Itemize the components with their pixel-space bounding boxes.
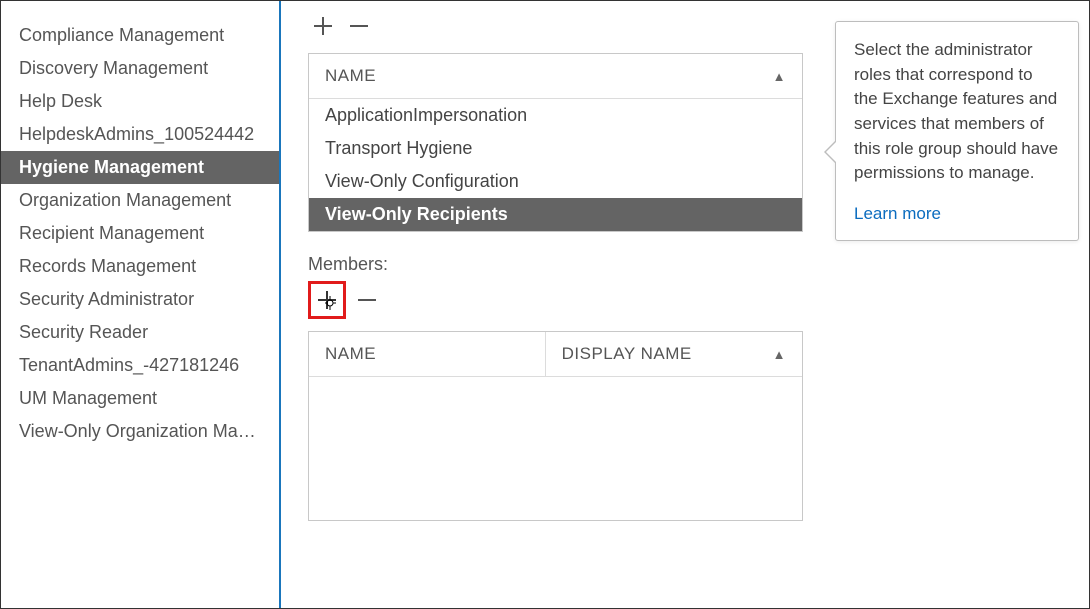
- remove-role-button[interactable]: [344, 11, 374, 41]
- members-col-displayname[interactable]: DISPLAY NAME ▲: [546, 332, 802, 376]
- sidebar-item-organization-management[interactable]: Organization Management: [1, 184, 279, 217]
- plus-icon: [315, 288, 339, 312]
- role-row-transport-hygiene[interactable]: Transport Hygiene: [309, 132, 802, 165]
- sidebar-item-hygiene-management[interactable]: Hygiene Management: [1, 151, 279, 184]
- sidebar-item-security-reader[interactable]: Security Reader: [1, 316, 279, 349]
- sidebar-item-records-management[interactable]: Records Management: [1, 250, 279, 283]
- sidebar-item-um-management[interactable]: UM Management: [1, 382, 279, 415]
- help-callout-text: Select the administrator roles that corr…: [854, 38, 1060, 186]
- members-toolbar: [308, 281, 1089, 319]
- members-col-displayname-label: DISPLAY NAME: [562, 344, 692, 364]
- help-callout: Select the administrator roles that corr…: [835, 21, 1079, 241]
- minus-icon: [347, 14, 371, 38]
- sort-asc-icon: ▲: [773, 69, 786, 84]
- add-member-highlight: [308, 281, 346, 319]
- remove-member-button[interactable]: [352, 285, 382, 315]
- members-label: Members:: [308, 254, 1089, 275]
- sidebar-item-help-desk[interactable]: Help Desk: [1, 85, 279, 118]
- role-row-applicationimpersonation[interactable]: ApplicationImpersonation: [309, 99, 802, 132]
- sidebar-item-recipient-management[interactable]: Recipient Management: [1, 217, 279, 250]
- plus-icon: [311, 14, 335, 38]
- app-frame: Compliance Management Discovery Manageme…: [0, 0, 1090, 609]
- members-col-name-label: NAME: [325, 344, 376, 364]
- minus-icon: [355, 288, 379, 312]
- role-row-view-only-configuration[interactable]: View-Only Configuration: [309, 165, 802, 198]
- members-section: Members: NAME: [308, 254, 1089, 521]
- add-member-button[interactable]: [311, 284, 343, 316]
- members-header: NAME DISPLAY NAME ▲: [309, 332, 802, 377]
- role-row-view-only-recipients[interactable]: View-Only Recipients: [309, 198, 802, 231]
- sidebar-item-helpdeskadmins[interactable]: HelpdeskAdmins_100524442: [1, 118, 279, 151]
- sidebar-item-compliance-management[interactable]: Compliance Management: [1, 19, 279, 52]
- members-col-name[interactable]: NAME: [309, 332, 546, 376]
- roles-header[interactable]: NAME ▲: [309, 54, 802, 99]
- sidebar-item-tenantadmins[interactable]: TenantAdmins_-427181246: [1, 349, 279, 382]
- roles-table: NAME ▲ ApplicationImpersonation Transpor…: [308, 53, 803, 232]
- roles-body: ApplicationImpersonation Transport Hygie…: [309, 99, 802, 231]
- role-groups-sidebar: Compliance Management Discovery Manageme…: [1, 1, 281, 608]
- add-role-button[interactable]: [308, 11, 338, 41]
- sort-asc-icon: ▲: [773, 347, 786, 362]
- roles-header-name: NAME: [325, 66, 376, 86]
- members-table: NAME DISPLAY NAME ▲: [308, 331, 803, 521]
- sidebar-item-security-administrator[interactable]: Security Administrator: [1, 283, 279, 316]
- sidebar-item-discovery-management[interactable]: Discovery Management: [1, 52, 279, 85]
- learn-more-link[interactable]: Learn more: [854, 204, 1060, 224]
- sidebar-item-view-only-org-management[interactable]: View-Only Organization Management: [1, 415, 279, 448]
